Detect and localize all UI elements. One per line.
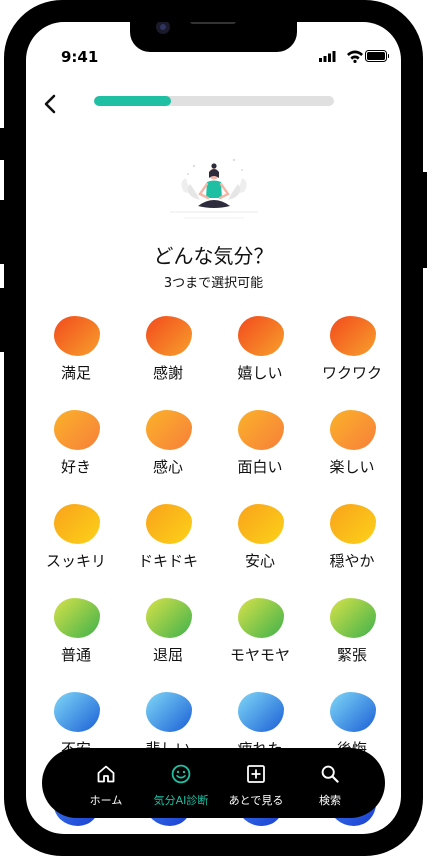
plus-square-icon	[247, 765, 265, 783]
volume-down-button	[0, 288, 6, 352]
mood-blob	[146, 410, 192, 450]
mood-blob	[238, 504, 284, 544]
mood-blob	[54, 316, 100, 356]
mood-label: ドキドキ	[137, 552, 198, 570]
mood-blob	[238, 410, 284, 450]
mood-option[interactable]: 穏やか	[306, 500, 398, 580]
back-chevron-icon[interactable]	[36, 90, 64, 118]
mood-label: 穏やか	[329, 552, 375, 570]
search-icon	[321, 765, 339, 783]
progress-fill	[94, 96, 171, 106]
mood-label: 緊張	[336, 646, 367, 664]
tab-search[interactable]: 検索	[290, 748, 370, 818]
mood-label: 感心	[152, 458, 183, 476]
volume-up-button	[0, 200, 6, 264]
mood-blob	[146, 692, 192, 732]
cellular-signal-icon	[319, 51, 336, 62]
page-title: どんな気分？	[153, 244, 274, 268]
notch	[130, 22, 297, 52]
mood-option[interactable]: 緊張	[306, 594, 398, 674]
status-time: 9:41	[61, 48, 99, 66]
mood-blob	[238, 316, 284, 356]
mood-label: 安心	[244, 552, 275, 570]
mood-option[interactable]: モヤモヤ	[214, 594, 306, 674]
mood-blob	[330, 504, 376, 544]
mood-label: 楽しい	[329, 458, 375, 476]
mood-label: 感謝	[152, 364, 183, 382]
mood-blob	[238, 692, 284, 732]
page-subtitle: 3つまで選択可能	[163, 276, 264, 291]
mood-blob	[330, 692, 376, 732]
mood-option[interactable]: 好き	[30, 406, 122, 486]
bottom-tab-bar: ホーム 気分AI診断 あとで見る 検索	[42, 748, 385, 818]
progress-bar	[94, 96, 334, 106]
battery-icon	[365, 50, 390, 62]
mood-blob	[54, 598, 100, 638]
meditation-illustration	[164, 152, 264, 224]
mood-label: 好き	[60, 458, 91, 476]
mood-label: 退屈	[152, 646, 183, 664]
mood-label: スッキリ	[45, 552, 106, 570]
mood-option[interactable]: ドキドキ	[122, 500, 214, 580]
mood-option[interactable]: 感心	[122, 406, 214, 486]
mood-option[interactable]: 安心	[214, 500, 306, 580]
mood-option[interactable]: スッキリ	[30, 500, 122, 580]
mood-label: 満足	[60, 364, 91, 382]
home-icon	[97, 765, 115, 783]
mood-blob	[238, 598, 284, 638]
power-button	[421, 172, 427, 268]
mood-option[interactable]: 感謝	[122, 312, 214, 392]
mood-blob	[330, 316, 376, 356]
mood-blob	[54, 504, 100, 544]
mute-switch	[0, 128, 6, 160]
mood-blob	[54, 692, 100, 732]
wifi-icon	[347, 50, 363, 63]
tab-search-label: 検索	[319, 794, 341, 807]
mood-label: ワクワク	[321, 364, 382, 382]
mood-blob	[54, 410, 100, 450]
speaker-grille	[190, 22, 236, 24]
mood-label: モヤモヤ	[229, 646, 290, 664]
status-icons	[319, 48, 390, 63]
mood-blob	[330, 410, 376, 450]
mood-option[interactable]: 満足	[30, 312, 122, 392]
mood-option[interactable]: 嬉しい	[214, 312, 306, 392]
mood-option[interactable]: 面白い	[214, 406, 306, 486]
mood-blob	[146, 598, 192, 638]
mood-option[interactable]: ワクワク	[306, 312, 398, 392]
mood-blob	[146, 316, 192, 356]
mood-blob	[146, 504, 192, 544]
camera	[156, 22, 170, 34]
smile-icon	[171, 764, 191, 784]
screen: 9:41 どんな気分？ 3つまで選択可能 満足 感謝 嬉しい ワクワク 好き 感…	[26, 22, 401, 834]
mood-option[interactable]: 楽しい	[306, 406, 398, 486]
mood-label: 面白い	[237, 458, 283, 476]
mood-label: 嬉しい	[237, 364, 283, 382]
mood-blob	[330, 598, 376, 638]
mood-option[interactable]: 普通	[30, 594, 122, 674]
mood-option[interactable]: 退屈	[122, 594, 214, 674]
mood-label: 普通	[60, 646, 91, 664]
